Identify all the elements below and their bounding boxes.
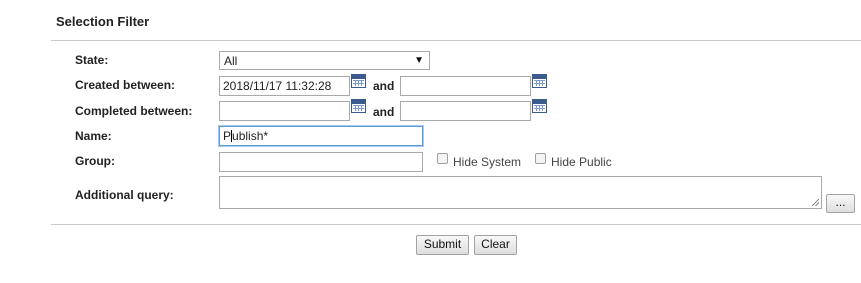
section-title: Selection Filter: [56, 14, 150, 29]
state-select-value: All: [224, 54, 238, 68]
created-between-label: Created between:: [75, 78, 176, 92]
resize-grip-icon[interactable]: [812, 199, 819, 206]
submit-button[interactable]: Submit: [416, 235, 469, 255]
additional-query-label: Additional query:: [75, 188, 174, 202]
hide-system-label: Hide System: [453, 155, 522, 169]
calendar-icon[interactable]: [351, 74, 366, 88]
hide-system-checkbox[interactable]: [437, 153, 448, 164]
bottom-divider: [51, 224, 861, 225]
query-builder-button[interactable]: ...: [826, 194, 855, 213]
completed-and-label: and: [373, 105, 395, 119]
state-label: State:: [75, 53, 109, 67]
group-field[interactable]: [219, 152, 423, 172]
hide-public-label: Hide Public: [551, 155, 612, 169]
additional-query-textarea[interactable]: [219, 176, 822, 209]
name-field[interactable]: Publish*: [219, 126, 423, 146]
state-select[interactable]: All ▼: [219, 51, 430, 70]
name-label: Name:: [75, 129, 112, 143]
calendar-icon[interactable]: [351, 99, 366, 113]
top-divider: [51, 40, 861, 41]
name-field-text-end: ublish*: [232, 129, 269, 143]
created-to-field[interactable]: [400, 76, 531, 96]
calendar-icon[interactable]: [532, 99, 547, 113]
hide-public-checkbox[interactable]: [535, 153, 546, 164]
calendar-icon[interactable]: [532, 74, 547, 88]
completed-between-label: Completed between:: [75, 104, 193, 118]
chevron-down-icon: ▼: [414, 55, 424, 66]
created-from-field[interactable]: 2018/11/17 11:32:28: [219, 76, 350, 96]
clear-button[interactable]: Clear: [474, 235, 517, 255]
completed-from-field[interactable]: [219, 101, 350, 121]
created-and-label: and: [373, 79, 395, 93]
name-field-text-start: P: [223, 129, 232, 143]
group-label: Group:: [75, 154, 115, 168]
completed-to-field[interactable]: [400, 101, 531, 121]
